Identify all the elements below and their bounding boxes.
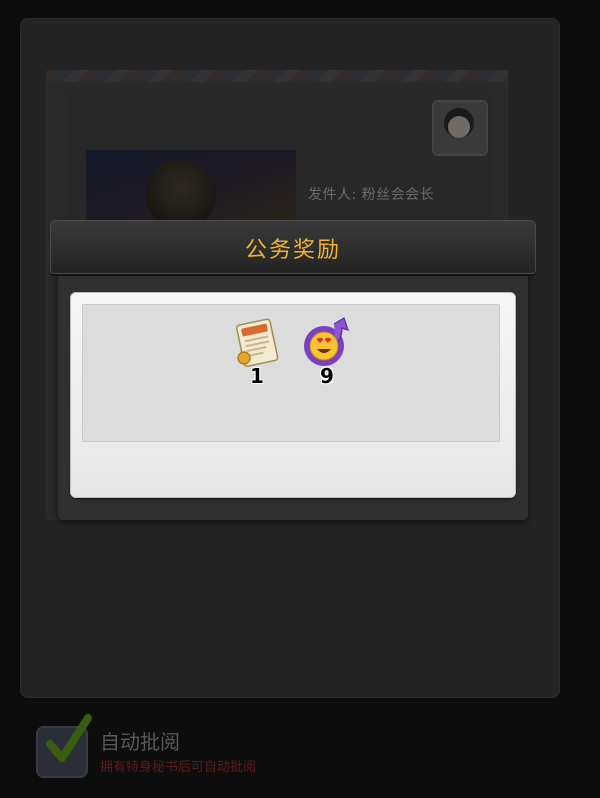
game-screen: 发件人: 粉丝会会长 自动批阅 拥有特身秘书后可自动批阅 公务奖励 1 9 xyxy=(0,0,600,798)
heart-eyes-up-icon xyxy=(304,317,349,366)
dialog-title: 公务奖励 xyxy=(244,238,341,263)
auto-review-row: 自动批阅 拥有特身秘书后可自动批阅 xyxy=(36,714,336,780)
reward-item-mood-up[interactable]: 9 xyxy=(292,314,362,394)
checkmark-icon xyxy=(46,714,92,762)
reward-dialog: 公务奖励 1 9 xyxy=(50,220,536,520)
mail-photo xyxy=(86,150,296,230)
dialog-header: 公务奖励 xyxy=(50,220,536,274)
sender-label: 发件人: 粉丝会会长 xyxy=(308,187,435,203)
reward-quantity: 9 xyxy=(320,364,334,388)
work-letter-icon xyxy=(235,318,279,368)
auto-review-hint: 拥有特身秘书后可自动批阅 xyxy=(100,760,257,775)
reward-quantity: 1 xyxy=(250,364,264,388)
reward-card: 1 9 xyxy=(70,292,516,498)
sender-avatar xyxy=(432,100,488,156)
auto-review-label: 自动批阅 xyxy=(100,730,180,754)
reward-list: 1 9 xyxy=(82,304,500,442)
reward-item-work-letter[interactable]: 1 xyxy=(222,314,292,394)
